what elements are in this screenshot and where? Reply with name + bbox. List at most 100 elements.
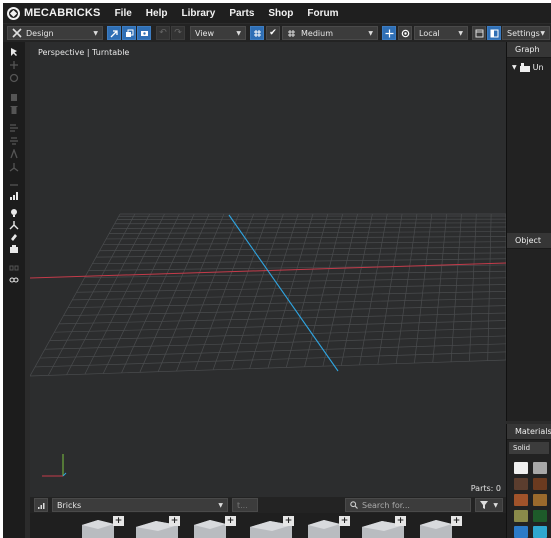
mecabricks-app: MECABRICKS File Help Library Parts Shop …: [3, 3, 551, 538]
menu-help[interactable]: Help: [146, 8, 168, 19]
3d-viewport[interactable]: Perspective | Turntable Parts: 0: [30, 42, 506, 497]
material-swatch[interactable]: [533, 494, 547, 506]
grid-icon: [288, 29, 295, 37]
cursor-icon: [110, 29, 118, 37]
move-gizmo-button[interactable]: [382, 26, 396, 40]
tools-icon: [12, 28, 22, 38]
menu-parts[interactable]: Parts: [229, 8, 254, 19]
brand-name: MECABRICKS: [24, 7, 101, 19]
add-part-button[interactable]: +: [225, 516, 236, 526]
align-center-tool[interactable]: [8, 136, 20, 146]
material-swatch[interactable]: [514, 526, 528, 538]
grid-toggle-button[interactable]: [250, 26, 264, 40]
material-swatch[interactable]: [533, 526, 547, 538]
graph-panel: Graph ▼ Un: [506, 42, 551, 234]
filter-button[interactable]: ▼: [475, 498, 503, 512]
layout-icon: [490, 29, 498, 37]
view-label: View: [195, 28, 214, 38]
object-panel: Object: [506, 233, 551, 421]
copy-icon: [11, 94, 17, 101]
chevron-down-icon: ▼: [540, 29, 545, 37]
material-swatch[interactable]: [533, 478, 547, 490]
object-panel-title: Object: [507, 233, 551, 249]
clone-button[interactable]: [122, 26, 136, 40]
delete-tool[interactable]: [8, 105, 20, 115]
chevron-down-icon: ▼: [368, 29, 373, 37]
mirror-icon: [10, 149, 18, 159]
sort-button[interactable]: [34, 498, 48, 512]
undo-icon: ↶: [159, 28, 167, 38]
render-tool[interactable]: [8, 244, 20, 254]
parts-library-panel: Bricks ▼ t... Search for... ▼ + + + + + + +: [30, 497, 506, 538]
view-mode-label: Perspective | Turntable: [38, 48, 130, 57]
select-tool[interactable]: [8, 47, 20, 57]
settings-dropdown[interactable]: Settings ▼: [502, 26, 550, 40]
stats-tool[interactable]: [8, 191, 20, 201]
add-part-button[interactable]: +: [113, 516, 124, 526]
material-swatch[interactable]: [514, 510, 528, 522]
material-swatch[interactable]: [533, 462, 547, 474]
graph-root-label: Un: [532, 63, 544, 72]
menu-shop[interactable]: Shop: [268, 8, 293, 19]
space-label: Local: [419, 28, 440, 38]
logo[interactable]: MECABRICKS: [7, 6, 101, 20]
connect-tool[interactable]: [8, 275, 20, 285]
window-button[interactable]: [472, 26, 486, 40]
axis-tool[interactable]: [8, 162, 20, 172]
light-tool[interactable]: [8, 208, 20, 218]
pose-tool[interactable]: [8, 220, 20, 230]
redo-button[interactable]: ↷: [171, 26, 185, 40]
space-dropdown[interactable]: Local ▼: [414, 26, 468, 40]
graph-root-node[interactable]: ▼ Un: [507, 63, 551, 72]
move-tool[interactable]: [8, 60, 20, 70]
lightbulb-icon: [11, 209, 17, 217]
copy-tool[interactable]: [8, 92, 20, 102]
material-swatch[interactable]: [514, 462, 528, 474]
undo-button[interactable]: ↶: [156, 26, 170, 40]
material-swatch[interactable]: [533, 510, 547, 522]
view-dropdown[interactable]: View ▼: [190, 26, 246, 40]
menu-forum[interactable]: Forum: [307, 8, 338, 19]
rotate-tool[interactable]: [8, 73, 20, 83]
materials-panel: Materials Solid: [506, 424, 551, 538]
parts-search-box[interactable]: Search for...: [345, 498, 471, 512]
category-dropdown[interactable]: Bricks ▼: [52, 498, 228, 512]
menu-library[interactable]: Library: [181, 8, 215, 19]
camera-icon: [10, 245, 18, 253]
menu-file[interactable]: File: [115, 8, 132, 19]
add-part-button[interactable]: +: [339, 516, 350, 526]
screenshot-button[interactable]: [137, 26, 151, 40]
add-part-button[interactable]: +: [395, 516, 406, 526]
material-swatch[interactable]: [514, 494, 528, 506]
bars-icon: [37, 502, 44, 509]
mode-dropdown[interactable]: Design ▼: [7, 26, 103, 40]
clone-icon: [125, 29, 133, 37]
select-mode-button[interactable]: [107, 26, 121, 40]
rotate-gizmo-button[interactable]: [398, 26, 412, 40]
subcategory-dropdown[interactable]: t...: [232, 498, 258, 512]
add-part-button[interactable]: +: [451, 516, 462, 526]
chevron-down-icon: ▼: [93, 29, 98, 37]
material-mode-dropdown[interactable]: Solid: [509, 442, 549, 454]
add-part-button[interactable]: +: [283, 516, 294, 526]
expand-arrow-icon: ▼: [512, 64, 517, 71]
graph-panel-title: Graph: [507, 42, 551, 58]
grid-size-dropdown[interactable]: Medium ▼: [282, 26, 378, 40]
align-center-icon: [10, 137, 18, 145]
material-swatch[interactable]: [514, 478, 528, 490]
model-icon: [519, 63, 530, 72]
ground-grid: [30, 213, 506, 477]
add-part-button[interactable]: +: [169, 516, 180, 526]
ruler-tool[interactable]: [8, 180, 20, 190]
paint-tool[interactable]: [8, 232, 20, 242]
layout-button[interactable]: [487, 26, 501, 40]
snap-checkbox[interactable]: ✔: [266, 26, 280, 40]
search-placeholder: Search for...: [362, 500, 410, 510]
toolbar: Design ▼ ↶ ↷ View ▼ ✔ Medium ▼ Local ▼ S…: [3, 24, 551, 42]
z-axis-line: [228, 214, 339, 372]
align-left-icon: [10, 124, 18, 132]
align-left-tool[interactable]: [8, 123, 20, 133]
link-tool[interactable]: [8, 263, 20, 273]
category-label: Bricks: [57, 500, 82, 510]
mirror-tool[interactable]: [8, 149, 20, 159]
